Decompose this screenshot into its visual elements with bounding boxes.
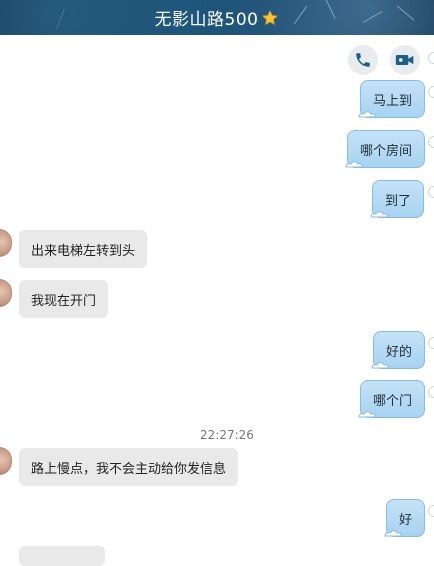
edge-indicator: [428, 337, 434, 349]
message-out[interactable]: 哪个门: [358, 380, 426, 418]
message-text: 哪个门: [373, 393, 413, 409]
message-in[interactable]: 出来电梯左转到头: [19, 230, 148, 268]
edge-indicator: [428, 386, 434, 398]
contact-avatar[interactable]: [0, 447, 12, 475]
message-timestamp: 22:27:26: [200, 428, 254, 442]
contact-avatar[interactable]: [0, 229, 12, 257]
message-out[interactable]: 好: [384, 499, 426, 537]
cloud-decoration: [358, 411, 376, 418]
message-text: 好的: [386, 344, 413, 360]
edge-indicator: [428, 52, 434, 64]
video-camera-icon: [395, 55, 414, 65]
message-text: 我现在开门: [31, 293, 97, 309]
message-in[interactable]: 我现在开门: [19, 280, 109, 318]
message-text: 到了: [385, 193, 412, 209]
star-icon: [262, 9, 279, 25]
title-wrap: 无影山路500: [0, 0, 434, 35]
message-in-partial[interactable]: [19, 546, 105, 566]
message-text: 好: [399, 512, 413, 528]
chat-title: 无影山路500: [154, 10, 259, 30]
edge-indicator: [428, 86, 434, 98]
cloud-decoration: [370, 211, 388, 218]
message-out[interactable]: 哪个房间: [345, 130, 426, 168]
message-text: 出来电梯左转到头: [31, 243, 136, 259]
voice-call-button[interactable]: [348, 45, 378, 75]
edge-indicator: [428, 186, 434, 198]
message-out[interactable]: 好的: [371, 331, 426, 369]
edge-indicator: [428, 505, 434, 517]
message-out[interactable]: 马上到: [358, 80, 426, 118]
cloud-decoration: [371, 362, 389, 369]
video-call-button[interactable]: [390, 45, 420, 75]
contact-avatar[interactable]: [0, 279, 12, 307]
message-text: 马上到: [373, 93, 413, 109]
message-text: 哪个房间: [360, 143, 413, 159]
cloud-decoration: [345, 161, 363, 168]
phone-icon: [356, 53, 370, 67]
message-text: 路上慢点，我不会主动给你发信息: [31, 461, 227, 477]
message-out[interactable]: 到了: [370, 180, 425, 218]
edge-indicator: [428, 136, 434, 148]
cloud-decoration: [358, 111, 376, 118]
cloud-decoration: [384, 530, 402, 537]
chat-header: 无影山路500: [0, 0, 434, 35]
message-in[interactable]: 路上慢点，我不会主动给你发信息: [19, 448, 239, 486]
